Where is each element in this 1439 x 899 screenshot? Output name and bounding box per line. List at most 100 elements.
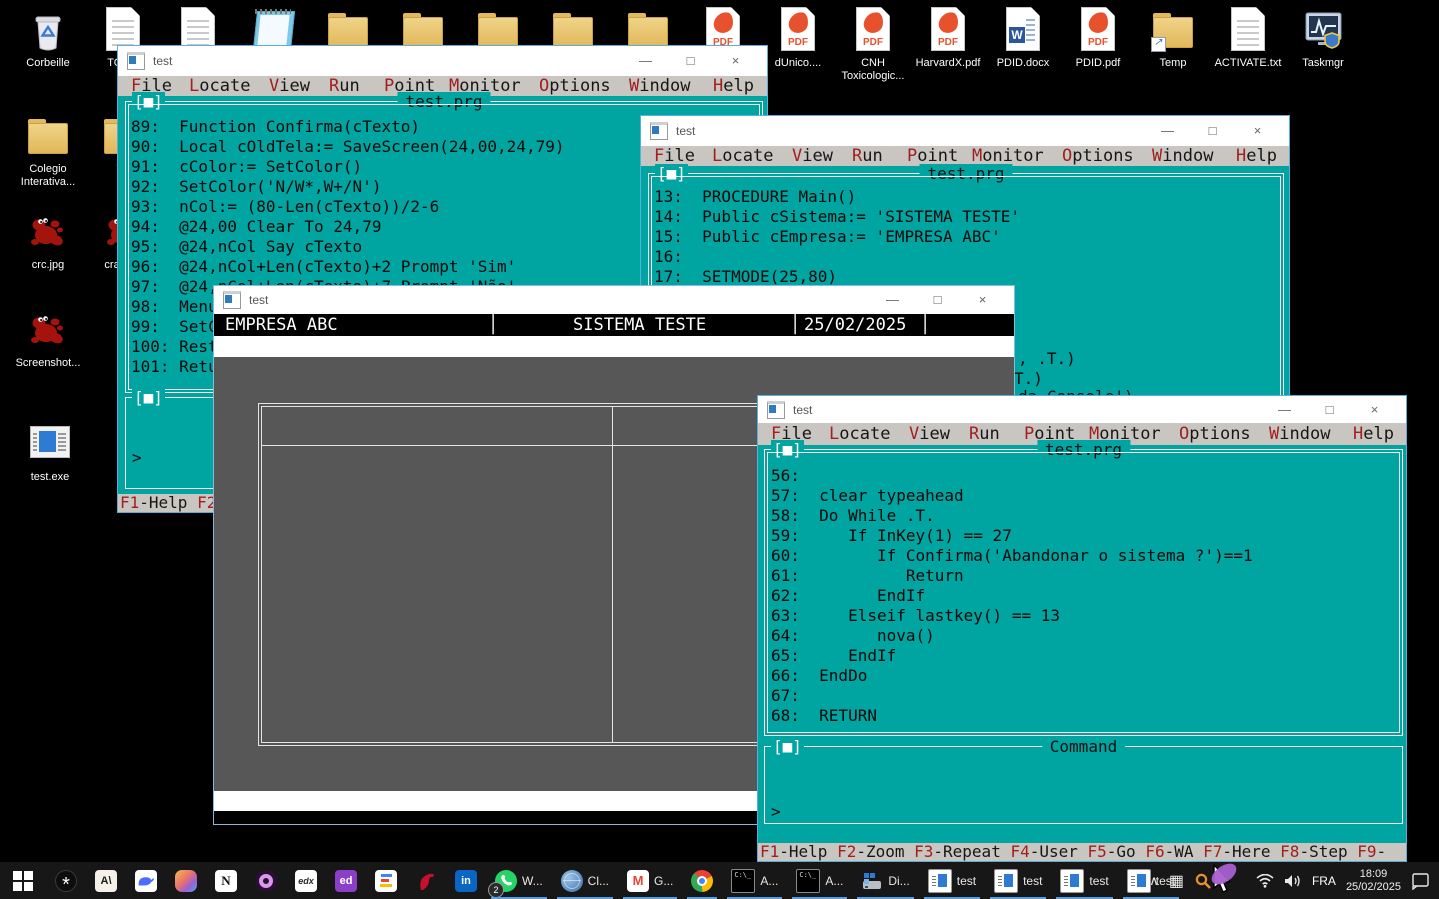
taskbar-linkedin[interactable]: in — [446, 862, 486, 899]
taskbar-command-prompt-2[interactable]: C:\_A... — [787, 862, 852, 899]
menu-item-file[interactable]: File — [654, 146, 695, 166]
menu-item-options[interactable]: Options — [1062, 146, 1134, 166]
maximize-button[interactable]: □ — [668, 46, 713, 76]
language-indicator[interactable]: FRA — [1312, 874, 1336, 888]
taskbar-item-label: test — [957, 874, 976, 888]
command-prompt[interactable]: > — [771, 802, 781, 821]
menu-item-locate[interactable]: Locate — [829, 423, 890, 445]
taskbar-test-window-1[interactable]: test — [919, 862, 985, 899]
taskbar-chrome[interactable] — [682, 862, 722, 899]
test-exe[interactable]: test.exe — [14, 420, 86, 484]
taskbar-deepseek[interactable] — [126, 862, 166, 899]
menu-item-point[interactable]: Point — [1024, 423, 1075, 445]
taskbar-globe-app[interactable]: Cl... — [552, 862, 618, 899]
menu-item-help[interactable]: Help — [1236, 146, 1277, 166]
debugger-window-4: test — □ × File Locate View Run Point Monitor… — [757, 395, 1407, 862]
word-pdid-docx[interactable]: WPDID.docx — [987, 6, 1059, 70]
command-prompt[interactable]: > — [132, 448, 142, 467]
notification-center-icon[interactable] — [1411, 872, 1431, 890]
window-titlebar[interactable]: test — □ × — [214, 286, 1014, 314]
window-titlebar[interactable]: test — □ × — [641, 116, 1289, 146]
taskbar-chatgpt[interactable]: * — [46, 862, 86, 899]
table-column-divider — [612, 407, 613, 742]
window-titlebar[interactable]: test — □ × — [758, 396, 1406, 423]
image-screenshot[interactable]: Screenshot... — [12, 306, 84, 370]
menu-item-help[interactable]: Help — [713, 76, 754, 96]
maximize-button[interactable]: □ — [915, 286, 960, 314]
menu-item-file[interactable]: File — [131, 76, 172, 96]
taskbar-test-window-2[interactable]: test — [985, 862, 1051, 899]
taskbar-command-prompt-1[interactable]: C:\_A... — [722, 862, 787, 899]
minimize-button[interactable]: — — [1145, 116, 1190, 146]
close-button[interactable]: × — [1352, 396, 1397, 423]
close-button[interactable]: × — [960, 286, 1005, 314]
taskbar-gmail[interactable]: MG... — [618, 862, 682, 899]
code-line: 15: Public cEmpresa:= 'EMPRESA ABC' — [654, 227, 1020, 247]
menu-item-view[interactable]: View — [792, 146, 833, 166]
menu-item-view[interactable]: View — [269, 76, 310, 96]
pdf-cnh-toxicologic[interactable]: PDFCNH Toxicologic... — [837, 6, 909, 83]
menu-item-window[interactable]: Window — [629, 76, 690, 96]
pdf-dunico[interactable]: PDFdUnico.... — [762, 6, 834, 70]
close-button[interactable]: × — [713, 46, 758, 76]
command-panel[interactable]: [■] Command — [764, 746, 1403, 824]
menu-item-monitor[interactable]: Monitor — [1089, 423, 1161, 445]
tray-expand-chevron-icon[interactable]: ∧ — [1149, 873, 1159, 889]
menu-item-point[interactable]: Point — [907, 146, 958, 166]
pdf-harvardx[interactable]: PDFHarvardX.pdf — [912, 6, 984, 70]
activate-txt[interactable]: ACTIVATE.txt — [1212, 6, 1284, 70]
fkey-F9: F9 — [1357, 843, 1376, 861]
tray-grid-icon[interactable]: ▦ — [1169, 871, 1184, 891]
volume-icon[interactable] — [1284, 874, 1302, 888]
minimize-button[interactable]: — — [1262, 396, 1307, 423]
close-button[interactable]: × — [1235, 116, 1280, 146]
taskbar-test-window-3[interactable]: test — [1051, 862, 1117, 899]
code-line: 65: EndIf — [771, 646, 1253, 666]
taskbar-ed-app[interactable]: ed — [326, 862, 366, 899]
menu-item-run[interactable]: Run — [852, 146, 883, 166]
window-titlebar[interactable]: test — □ × — [118, 46, 767, 76]
menu-item-point[interactable]: Point — [384, 76, 435, 96]
taskbar-colored-list-app[interactable] — [366, 862, 406, 899]
word-icon: W — [999, 6, 1047, 54]
menu-item-options[interactable]: Options — [1179, 423, 1251, 445]
folder-colegio-interativa[interactable]: Colegio Interativa... — [12, 112, 84, 189]
recycle-bin[interactable]: Corbeille — [12, 6, 84, 70]
taskbar-notion[interactable]: N — [206, 862, 246, 899]
taskbar-start-button[interactable] — [0, 862, 46, 899]
menu-item-options[interactable]: Options — [539, 76, 611, 96]
pdf-pdid[interactable]: PDFPDID.pdf — [1062, 6, 1134, 70]
taskbar-edx[interactable]: edx — [286, 862, 326, 899]
minimize-button[interactable]: — — [870, 286, 915, 314]
recycle-icon — [24, 6, 72, 54]
menu-item-view[interactable]: View — [909, 423, 950, 445]
taskbar-red-bird-app[interactable] — [406, 862, 446, 899]
taskbar-copilot[interactable] — [166, 862, 206, 899]
taskbar-claude[interactable]: A\ — [86, 862, 126, 899]
menu-item-window[interactable]: Window — [1152, 146, 1213, 166]
function-key-bar: F1-Help F2-Zoom F3-Repeat F4-User F5-Go … — [758, 843, 1406, 861]
maximize-button[interactable]: □ — [1190, 116, 1235, 146]
menu-item-monitor[interactable]: Monitor — [972, 146, 1044, 166]
wifi-icon[interactable] — [1256, 874, 1274, 888]
menu-item-file[interactable]: File — [771, 423, 812, 445]
maximize-button[interactable]: □ — [1307, 396, 1352, 423]
menu-item-run[interactable]: Run — [329, 76, 360, 96]
menu-item-run[interactable]: Run — [969, 423, 1000, 445]
image-crc-jpg[interactable]: crc.jpg — [12, 208, 84, 272]
menu-item-locate[interactable]: Locate — [712, 146, 773, 166]
menu-item-monitor[interactable]: Monitor — [449, 76, 521, 96]
menu-item-help[interactable]: Help — [1353, 423, 1394, 445]
menu-item-locate[interactable]: Locate — [189, 76, 250, 96]
folder-temp[interactable]: Temp — [1137, 6, 1209, 70]
clock[interactable]: 18:09 25/02/2025 — [1346, 868, 1401, 894]
taskbar-purple-ring-app[interactable] — [246, 862, 286, 899]
console-window-icon — [650, 122, 668, 140]
menu-item-window[interactable]: Window — [1269, 423, 1330, 445]
taskbar-disk-app[interactable]: Di... — [852, 862, 918, 899]
minimize-button[interactable]: — — [623, 46, 668, 76]
fkey-F7: F7 — [1203, 843, 1222, 861]
code-fragment: T.) — [1014, 369, 1043, 389]
taskmgr[interactable]: Taskmgr — [1287, 6, 1359, 70]
taskbar-whatsapp[interactable]: 2W... — [486, 862, 552, 899]
